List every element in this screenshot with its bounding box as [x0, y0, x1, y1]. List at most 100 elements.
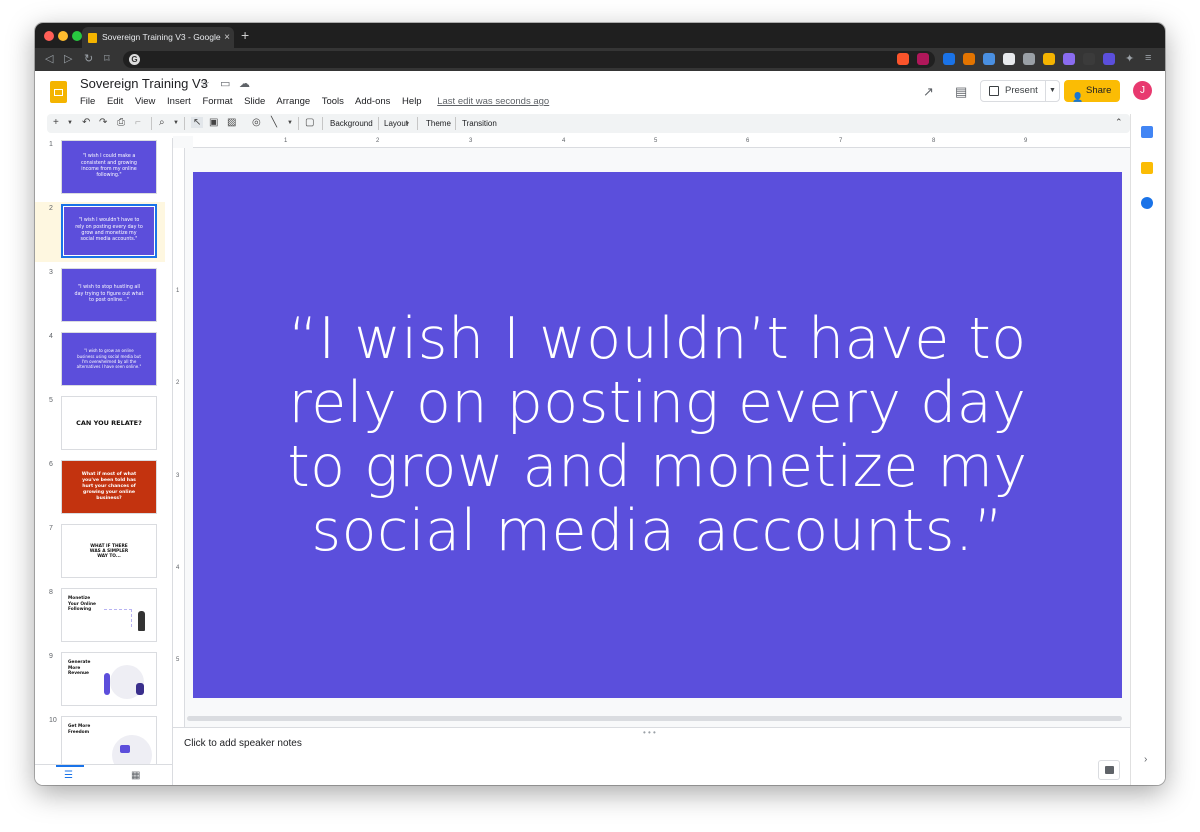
current-slide[interactable]: “I wish I wouldn’t have to rely on posti… — [193, 172, 1122, 698]
new-slide-icon[interactable]: + — [53, 117, 59, 128]
text-box-icon[interactable]: ▣ — [209, 117, 218, 128]
add-comment-icon[interactable]: ▢ — [305, 117, 314, 128]
vertical-ruler[interactable]: 1 2 3 4 5 — [173, 148, 185, 727]
slide-quote-text[interactable]: “I wish I wouldn’t have to rely on posti… — [258, 307, 1058, 563]
move-folder-icon[interactable]: ▭ — [220, 77, 230, 90]
reload-icon[interactable]: ↻ — [84, 52, 93, 65]
slide-thumbnail-row[interactable]: 10 Get More Freedom — [35, 714, 165, 764]
extension-icon[interactable] — [963, 53, 975, 65]
horizontal-scrollbar[interactable] — [187, 716, 1122, 721]
slide-thumbnail[interactable]: "I wish to grow an online business using… — [61, 332, 157, 386]
menu-view[interactable]: View — [135, 96, 155, 107]
menu-icon[interactable]: ≡ — [1145, 52, 1151, 64]
transition-button[interactable]: Transition — [462, 119, 497, 128]
close-tab-icon[interactable]: × — [224, 27, 230, 48]
cloud-saved-icon[interactable]: ☁ — [239, 77, 250, 90]
extension-icon[interactable] — [943, 53, 955, 65]
slide-thumbnail-row[interactable]: 4 "I wish to grow an online business usi… — [35, 330, 165, 390]
brave-shield-icon[interactable] — [897, 53, 909, 65]
avatar[interactable]: J — [1133, 81, 1152, 100]
menu-tools[interactable]: Tools — [322, 96, 344, 107]
slide-thumbnail-row[interactable]: 8 Monetize Your Online Following — [35, 586, 165, 646]
puzzle-icon[interactable]: ✦ — [1125, 52, 1134, 65]
slides-logo-icon[interactable] — [50, 81, 67, 103]
collapse-toolbar-icon[interactable]: ⌃ — [1115, 117, 1123, 128]
slide-thumbnail[interactable]: WHAT IF THERE WAS A SIMPLER WAY TO... — [61, 524, 157, 578]
list-view-icon[interactable]: ☰ — [64, 770, 73, 781]
shape-icon[interactable]: ◎ — [252, 117, 261, 128]
slide-thumbnail[interactable]: Generate More Revenue — [61, 652, 157, 706]
line-dropdown-icon[interactable]: ▼ — [287, 120, 293, 126]
menu-edit[interactable]: Edit — [107, 96, 123, 107]
present-button[interactable]: Present ▼ — [980, 80, 1060, 102]
horizontal-ruler[interactable]: 1 2 3 4 5 6 7 8 9 — [193, 136, 1130, 148]
paint-format-icon[interactable]: ⌐ — [135, 117, 141, 128]
slide-thumbnail[interactable]: Get More Freedom — [61, 716, 157, 764]
close-window-button[interactable] — [44, 31, 54, 41]
extension-icon[interactable] — [1063, 53, 1075, 65]
menu-slide[interactable]: Slide — [244, 96, 265, 107]
browser-tab[interactable]: Sovereign Training V3 - Google × — [82, 27, 234, 48]
slide-thumbnail-row[interactable]: 7 WHAT IF THERE WAS A SIMPLER WAY TO... — [35, 522, 165, 582]
extension-icon[interactable] — [1083, 53, 1095, 65]
menu-format[interactable]: Format — [202, 96, 232, 107]
zoom-icon[interactable]: ⌕ — [159, 117, 165, 128]
extension-icon[interactable] — [983, 53, 995, 65]
slide-thumbnail-row[interactable]: 5 CAN YOU RELATE? — [35, 394, 165, 454]
forward-icon[interactable]: ▷ — [64, 52, 72, 65]
slide-thumbnail-row[interactable]: 6 What if most of what you've been told … — [35, 458, 165, 518]
expand-panel-icon[interactable]: › — [1144, 754, 1147, 765]
speaker-notes-panel[interactable]: • • • Click to add speaker notes — [173, 727, 1130, 785]
last-edit-link[interactable]: Last edit was seconds ago — [437, 96, 549, 107]
keep-icon[interactable] — [1141, 162, 1153, 174]
zoom-window-button[interactable] — [72, 31, 82, 41]
star-icon[interactable]: ☆ — [200, 77, 210, 90]
redo-icon[interactable]: ↷ — [99, 117, 107, 128]
select-cursor-icon[interactable]: ↖ — [191, 117, 204, 128]
slide-thumbnail[interactable]: CAN YOU RELATE? — [61, 396, 157, 450]
theme-button[interactable]: Theme — [426, 119, 451, 128]
menu-file[interactable]: File — [80, 96, 95, 107]
resize-grip-icon[interactable]: • • • — [643, 728, 656, 737]
background-button[interactable]: Background — [330, 119, 373, 128]
undo-icon[interactable]: ↶ — [82, 117, 90, 128]
extension-icon[interactable] — [1003, 53, 1015, 65]
document-title[interactable]: Sovereign Training V3 — [80, 76, 208, 91]
slide-thumbnail-row[interactable]: 3 "I wish to stop hustling all day tryin… — [35, 266, 165, 326]
print-icon[interactable]: ⎙ — [117, 117, 125, 128]
slide-thumbnail[interactable]: "I wish I wouldn't have to rely on posti… — [61, 204, 157, 258]
address-bar[interactable]: G — [123, 51, 935, 68]
back-icon[interactable]: ◁ — [45, 52, 53, 65]
activity-trend-icon[interactable]: ↗ — [923, 84, 934, 100]
line-icon[interactable]: ╲ — [271, 117, 277, 128]
explore-button[interactable] — [1098, 760, 1120, 780]
extension-icon[interactable] — [1043, 53, 1055, 65]
layout-dropdown-icon[interactable]: ▼ — [405, 121, 410, 127]
tasks-icon[interactable] — [1141, 197, 1153, 209]
slide-thumbnail-row-selected[interactable]: 2 "I wish I wouldn't have to rely on pos… — [35, 202, 165, 262]
slide-thumbnail[interactable]: "I wish to stop hustling all day trying … — [61, 268, 157, 322]
brave-rewards-icon[interactable] — [917, 53, 929, 65]
new-slide-dropdown-icon[interactable]: ▼ — [67, 120, 73, 126]
slide-thumbnail[interactable]: What if most of what you've been told ha… — [61, 460, 157, 514]
share-button[interactable]: 👤 Share — [1064, 80, 1120, 102]
bookmark-icon[interactable]: ⌑ — [104, 52, 110, 65]
menu-arrange[interactable]: Arrange — [276, 96, 310, 107]
slide-thumbnail-row[interactable]: 9 Generate More Revenue — [35, 650, 165, 710]
new-tab-button[interactable]: + — [241, 27, 249, 43]
calendar-icon[interactable] — [1141, 126, 1153, 138]
slide-thumbnail[interactable]: Monetize Your Online Following — [61, 588, 157, 642]
image-icon[interactable]: ▨ — [227, 117, 236, 128]
menu-insert[interactable]: Insert — [167, 96, 191, 107]
minimize-window-button[interactable] — [58, 31, 68, 41]
present-dropdown-icon[interactable]: ▼ — [1045, 81, 1059, 101]
grid-view-icon[interactable]: ▦ — [131, 770, 140, 781]
comment-history-icon[interactable]: ▤ — [955, 84, 967, 100]
menu-help[interactable]: Help — [402, 96, 422, 107]
slide-thumbnail-row[interactable]: 1 "I wish I could make a consistent and … — [35, 138, 165, 198]
zoom-dropdown-icon[interactable]: ▼ — [173, 120, 179, 126]
extension-icon[interactable] — [1103, 53, 1115, 65]
slide-thumbnail[interactable]: "I wish I could make a consistent and gr… — [61, 140, 157, 194]
extension-icon[interactable] — [1023, 53, 1035, 65]
speaker-notes-placeholder[interactable]: Click to add speaker notes — [184, 738, 302, 749]
